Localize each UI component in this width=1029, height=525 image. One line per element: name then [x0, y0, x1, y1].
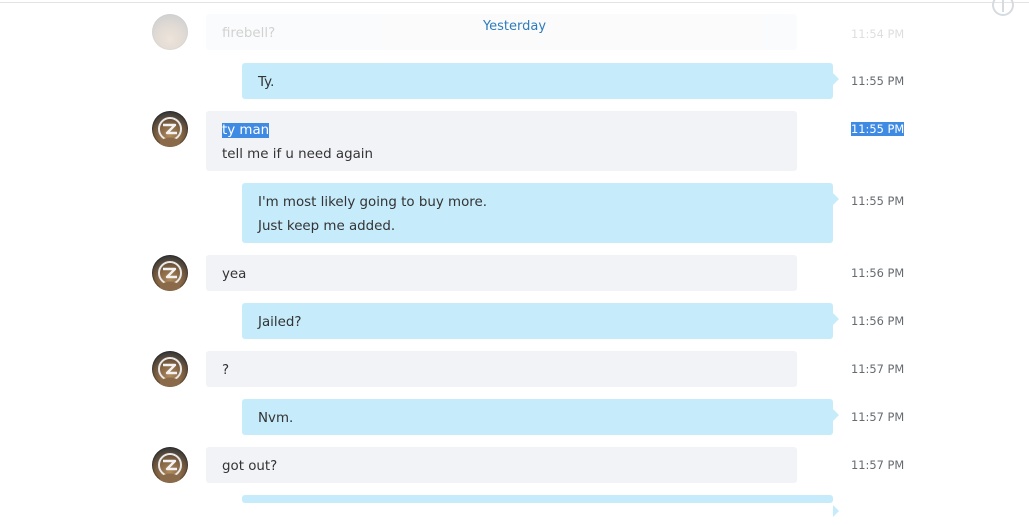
message-time: 11:56 PM [851, 314, 905, 328]
contact-avatar-icon[interactable] [152, 255, 188, 291]
message-time: 11:55 PM [851, 122, 905, 136]
message-text: I'm most likely going to buy more. [258, 195, 487, 210]
message-bubble-outgoing[interactable]: Nvm. [242, 399, 839, 435]
message-bubble-incoming[interactable]: got out? [206, 447, 797, 483]
message-time: 11:57 PM [851, 362, 905, 376]
message-bubble-outgoing[interactable]: Jailed? [242, 303, 839, 339]
message-row: Nvm. 11:57 PM [0, 399, 1029, 435]
message-bubble-incoming[interactable]: yea [206, 255, 797, 291]
message-bubble-outgoing-partial[interactable] [242, 495, 839, 517]
message-text: Nvm. [258, 411, 294, 426]
message-row: Ty. 11:55 PM [0, 63, 1029, 99]
message-row: ? 11:57 PM [0, 351, 1029, 387]
message-row: got out? 11:57 PM [0, 447, 1029, 483]
message-time: 11:55 PM [851, 194, 905, 208]
message-text: Jailed? [258, 315, 302, 330]
message-bubble-incoming[interactable]: ? [206, 351, 797, 387]
message-bubble-incoming[interactable]: ty man tell me if u need again [206, 111, 797, 171]
message-text: ? [222, 363, 230, 378]
message-time: 11:57 PM [851, 458, 905, 472]
message-text: ty man [222, 123, 270, 138]
message-row: yea 11:56 PM [0, 255, 1029, 291]
message-bubble-outgoing[interactable]: I'm most likely going to buy more. Just k… [242, 183, 839, 243]
message-time: 11:56 PM [851, 266, 905, 280]
message-row: ty man tell me if u need again 11:55 PM [0, 111, 1029, 171]
date-divider: Yesterday [482, 19, 547, 34]
contact-avatar-icon[interactable] [152, 447, 188, 483]
message-bubble-outgoing[interactable]: Ty. [242, 63, 839, 99]
message-text: got out? [222, 459, 278, 474]
contact-avatar-icon[interactable] [152, 351, 188, 387]
message-row: I'm most likely going to buy more. Just k… [0, 183, 1029, 243]
message-text: yea [222, 267, 247, 282]
message-time: 11:55 PM [851, 74, 905, 88]
message-time: 11:57 PM [851, 410, 905, 424]
message-text: tell me if u need again [222, 147, 373, 162]
message-text: Ty. [258, 75, 275, 90]
chat-viewport[interactable]: firebell? 11:54 PM Yesterday Ty. 11:55 PM… [0, 0, 1029, 525]
message-row: Jailed? 11:56 PM [0, 303, 1029, 339]
contact-avatar-icon[interactable] [152, 111, 188, 147]
message-text: Just keep me added. [258, 219, 396, 234]
